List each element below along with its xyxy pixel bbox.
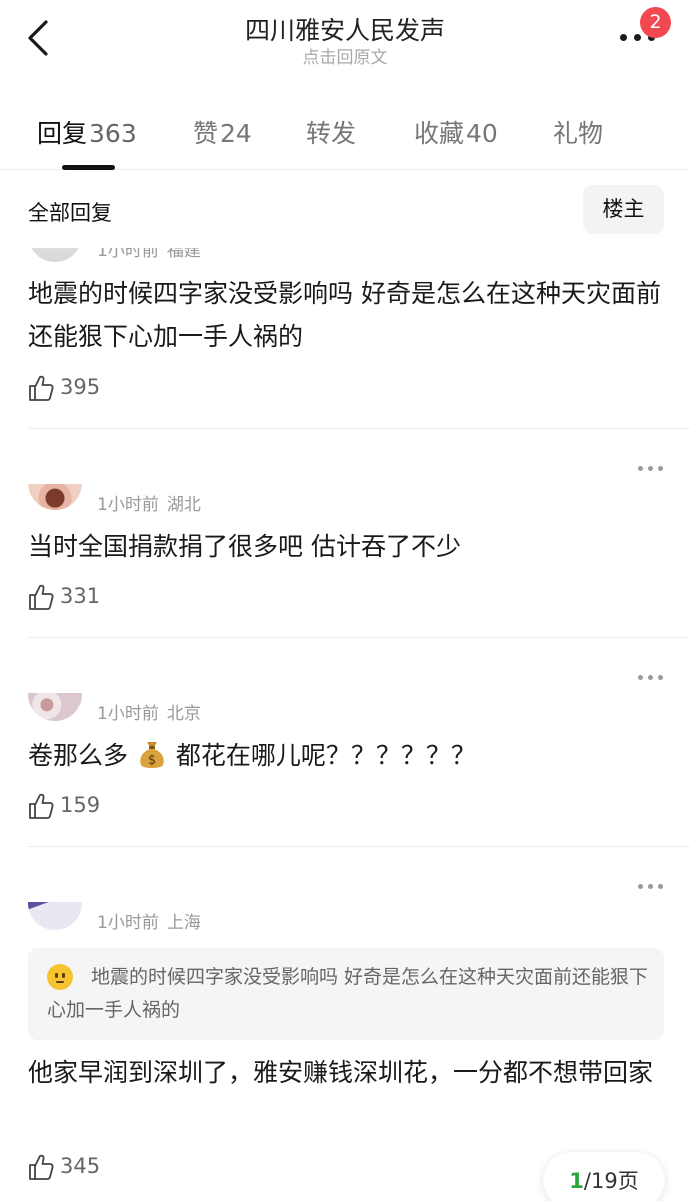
comment-more-button[interactable] [636, 880, 666, 894]
comment-item: 1小时前 福建 地震的时候四字家没受影响吗 好奇是怎么在这种天灾面前还能狠下心加一… [0, 248, 690, 430]
more-dot [638, 466, 643, 471]
like-count: 395 [60, 375, 101, 399]
tab-bar: 回复363 赞24 转发 收藏40 礼物 [0, 108, 690, 170]
filter-bar: 全部回复 楼主 [0, 170, 690, 248]
money-bag-icon: $ [140, 742, 164, 768]
comment-text[interactable]: 他家早润到深圳了，雅安赚钱深圳花，一分都不想带回家 [28, 1051, 668, 1094]
more-dot [638, 675, 643, 680]
svg-text:$: $ [148, 753, 156, 768]
avatar[interactable] [28, 484, 82, 510]
comment-time: 1小时前 [97, 913, 159, 933]
tab-label: 转发 [306, 119, 357, 148]
comment-time: 1小时前 [97, 704, 159, 724]
tab-count: 363 [89, 119, 137, 148]
like-count: 345 [60, 1154, 101, 1178]
comment-text[interactable]: 地震的时候四字家没受影响吗 好奇是怎么在这种天灾面前还能狠下心加一手人祸的 [28, 272, 668, 358]
divider [28, 637, 690, 638]
top-bar: 四川雅安人民发声 点击回原文 2 [0, 0, 690, 80]
tab-label: 收藏 [414, 119, 465, 148]
avatar[interactable] [28, 248, 82, 262]
back-to-original-link[interactable]: 点击回原文 [0, 43, 690, 68]
comment-meta: 1小时前 上海 [97, 908, 201, 933]
tab-gifts[interactable]: 礼物 [553, 114, 603, 150]
comment-meta: 1小时前 湖北 [97, 490, 201, 515]
comment-text-part: 卷那么多 [28, 741, 129, 770]
more-dot [658, 466, 663, 471]
more-dot [648, 884, 653, 889]
more-dot [638, 884, 643, 889]
more-dot [658, 675, 663, 680]
tab-label: 赞 [193, 119, 219, 148]
comment-meta: 1小时前 北京 [97, 699, 201, 724]
more-dot [658, 884, 663, 889]
avatar[interactable] [28, 902, 82, 930]
more-dot [648, 466, 653, 471]
like-count: 331 [60, 584, 101, 608]
comment-meta: 1小时前 福建 [97, 248, 201, 261]
comment-text-part: 都花在哪儿呢？？？？？？ [175, 741, 476, 770]
comment-location: 湖北 [166, 495, 201, 515]
quoted-comment[interactable]: 地震的时候四字家没受影响吗 好奇是怎么在这种天灾面前还能狠下心加一手人祸的 [28, 948, 664, 1040]
avatar[interactable] [28, 693, 82, 721]
divider [28, 428, 690, 429]
like-count: 159 [60, 793, 101, 817]
notification-badge: 2 [640, 7, 671, 38]
all-replies-filter[interactable]: 全部回复 [28, 197, 112, 227]
tab-label: 回复 [37, 119, 88, 148]
comment-item: 1小时前 上海 地震的时候四字家没受影响吗 好奇是怎么在这种天灾面前还能狠下心加一… [0, 848, 690, 1201]
total-pages: /19页 [583, 1169, 639, 1193]
comment-item: 1小时前 湖北 当时全国捐款捐了很多吧 估计吞了不少 331 [0, 430, 690, 639]
more-dot [648, 675, 653, 680]
comment-item: 1小时前 北京 卷那么多 $ 都花在哪儿呢？？？？？？ 159 [0, 639, 690, 848]
thumbs-up-icon [29, 584, 54, 610]
more-dot [620, 34, 627, 41]
comment-location: 上海 [166, 913, 201, 933]
comment-text[interactable]: 卷那么多 $ 都花在哪儿呢？？？？？？ [28, 734, 668, 777]
quoted-text: 地震的时候四字家没受影响吗 好奇是怎么在这种天灾面前还能狠下心加一手人祸的 [47, 966, 649, 1021]
comment-time: 1小时前 [97, 495, 159, 515]
comment-more-button[interactable] [636, 671, 666, 685]
divider [28, 846, 690, 847]
thumbs-up-icon [29, 375, 54, 401]
tab-replies[interactable]: 回复363 [37, 114, 137, 150]
tab-reposts[interactable]: 转发 [306, 114, 356, 150]
tab-count: 40 [466, 119, 498, 148]
owner-only-button[interactable]: 楼主 [583, 185, 664, 234]
tab-favorites[interactable]: 收藏40 [414, 114, 498, 150]
current-page: 1 [569, 1169, 584, 1193]
tab-likes[interactable]: 赞24 [193, 114, 252, 150]
comment-location: 福建 [166, 248, 201, 261]
tab-label: 礼物 [553, 119, 604, 148]
tab-count: 24 [220, 119, 252, 148]
comment-more-button[interactable] [636, 462, 666, 476]
more-dot [634, 34, 641, 41]
thumbs-up-icon [29, 793, 54, 819]
page-title[interactable]: 四川雅安人民发声 [0, 11, 690, 47]
thumbs-up-icon [29, 1154, 54, 1180]
comment-time: 1小时前 [97, 248, 159, 261]
comment-location: 北京 [166, 704, 201, 724]
comment-text[interactable]: 当时全国捐款捐了很多吧 估计吞了不少 [28, 525, 668, 568]
page-indicator[interactable]: 1/19页 [543, 1152, 665, 1201]
